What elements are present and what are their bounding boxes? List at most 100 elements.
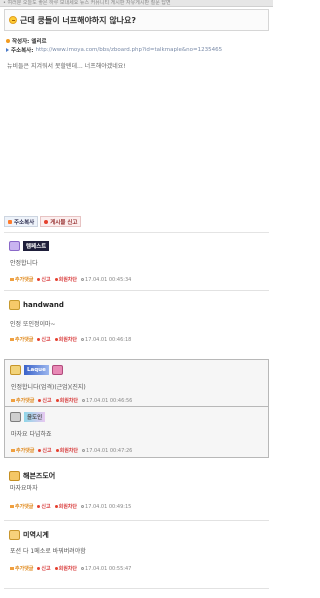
warning-icon (44, 219, 49, 224)
reply-button[interactable]: 추가댓글 (11, 447, 34, 454)
avatar (10, 364, 21, 375)
comment-text: 마자요마자 (10, 485, 38, 492)
reply-button[interactable]: 추가댓글 (10, 565, 33, 572)
comment-time-value: 17.04.01 00:47:26 (86, 447, 133, 454)
comment-footer: 추가댓글 신고 회원차단 17.04.01 00:49:15 (10, 503, 131, 510)
nickname-image[interactable]: 템페스트 (23, 240, 50, 251)
comment-time-value: 17.04.01 00:45:34 (85, 276, 132, 283)
reply-label: 추가댓글 (16, 398, 35, 404)
comment-item: Laque 인정합니다(엄격)(근엄)(진지) 추가댓글 신고 회원차단 17.… (4, 359, 269, 409)
reply-icon (10, 338, 14, 341)
report-button[interactable]: 신고 (38, 397, 52, 404)
report-icon (37, 278, 41, 281)
comment-header: 템페스트 (9, 240, 50, 251)
address-label: 주소복사: (11, 47, 34, 54)
comment-header: Laque (10, 364, 63, 375)
copy-address-button[interactable]: 주소복사 (4, 216, 39, 227)
comment-text: 인정합니다(엄격)(근엄)(진지) (11, 384, 86, 391)
comment-text: 포션 다 1메소로 바꿔버려야함 (10, 548, 86, 555)
reply-button[interactable]: 추가댓글 (10, 276, 33, 283)
report-post-label: 게시물 신고 (50, 219, 78, 226)
report-button[interactable]: 신고 (37, 336, 51, 343)
block-icon (55, 449, 59, 452)
reply-label: 추가댓글 (15, 566, 34, 572)
reply-icon (11, 449, 15, 452)
clock-icon (82, 448, 86, 452)
block-label: 회원차단 (58, 277, 78, 283)
comment-text: 안정합니다 (10, 260, 38, 267)
comment-time: 17.04.01 00:46:56 (82, 398, 132, 404)
nickname-image[interactable]: Laque (24, 364, 49, 375)
comment-time-value: 17.04.01 00:46:56 (86, 397, 133, 404)
report-button[interactable]: 신고 (38, 447, 52, 454)
bullet-icon (6, 38, 10, 43)
comment-text: 인정 또인정이마~ (10, 321, 56, 328)
report-icon (37, 567, 41, 570)
comment-time: 17.04.01 00:46:18 (81, 337, 131, 343)
clock-icon (81, 277, 85, 281)
address-row: 주소복사: http://www.imoya.com/bbs/zboard.ph… (6, 45, 268, 54)
report-button[interactable]: 신고 (37, 276, 51, 283)
reply-icon (11, 399, 15, 402)
top-bar-text: • 여러분 오늘도 좋은 하루 보내세요 뉴스 커뮤니티 게시판 자유게시판 질… (3, 0, 171, 6)
report-button[interactable]: 신고 (37, 503, 51, 510)
report-button[interactable]: 신고 (37, 565, 51, 572)
comment-author[interactable]: handwand (23, 301, 64, 309)
character-icon (51, 364, 63, 375)
post-title-box: 근데 쿵들이 너프해야하지 않나요? (4, 9, 269, 31)
report-label: 신고 (41, 277, 51, 283)
block-label: 회원차단 (58, 337, 78, 343)
block-member-button[interactable]: 회원차단 (54, 276, 78, 283)
reply-icon (10, 278, 14, 281)
share-icon (8, 219, 12, 224)
block-member-button[interactable]: 회원차단 (54, 336, 78, 343)
block-label: 회원차단 (58, 504, 78, 510)
avatar (9, 470, 20, 481)
block-member-button[interactable]: 회원차단 (54, 503, 78, 510)
block-member-button[interactable]: 회원차단 (55, 447, 79, 454)
emoticon-icon (9, 16, 17, 24)
avatar (9, 240, 20, 251)
avatar (10, 411, 21, 422)
reply-icon (10, 505, 14, 508)
comment-time-value: 17.04.01 00:46:18 (85, 336, 132, 343)
clock-icon (81, 566, 85, 570)
reply-button[interactable]: 추가댓글 (10, 503, 33, 510)
block-label: 회원차단 (59, 448, 79, 454)
report-post-button[interactable]: 게시물 신고 (40, 216, 82, 227)
report-icon (38, 449, 42, 452)
comment-footer: 추가댓글 신고 회원차단 17.04.01 00:46:18 (10, 336, 131, 343)
comment-item: handwand 인정 또인정이마~ 추가댓글 신고 회원차단 17.04.01… (4, 293, 269, 345)
clock-icon (81, 337, 85, 341)
block-member-button[interactable]: 회원차단 (54, 565, 78, 572)
reply-button[interactable]: 추가댓글 (11, 397, 34, 404)
report-icon (37, 505, 41, 508)
comment-time: 17.04.01 00:45:34 (81, 277, 131, 283)
report-label: 신고 (41, 504, 51, 510)
block-icon (54, 278, 58, 281)
comment-author[interactable]: 해븐즈도어 (23, 471, 55, 481)
block-label: 회원차단 (58, 566, 78, 572)
reply-button[interactable]: 추가댓글 (10, 336, 33, 343)
divider (4, 588, 269, 589)
reply-label: 추가댓글 (15, 277, 34, 283)
block-member-button[interactable]: 회원차단 (55, 397, 78, 404)
clock-icon (82, 398, 86, 402)
author-label: 작성자: (12, 38, 30, 45)
report-label: 신고 (41, 566, 51, 572)
comment-header: 미역시계 (9, 529, 49, 540)
report-label: 신고 (42, 398, 52, 404)
comment-footer: 추가댓글 신고 회원차단 17.04.01 00:45:34 (10, 276, 131, 283)
comment-author[interactable]: 미역시계 (23, 530, 49, 540)
top-bar: • 여러분 오늘도 좋은 하루 보내세요 뉴스 커뮤니티 게시판 자유게시판 질… (0, 0, 273, 7)
avatar (9, 299, 20, 310)
address-link[interactable]: http://www.imoya.com/bbs/zboard.php?id=t… (35, 47, 222, 53)
comment-author: 윤도인 (27, 414, 43, 421)
comment-time-value: 17.04.01 00:49:15 (85, 503, 132, 510)
author-name[interactable]: 엘리르 (31, 37, 46, 45)
report-icon (37, 338, 41, 341)
post-meta: 작성자: 엘리르 주소복사: http://www.imoya.com/bbs/… (6, 36, 268, 54)
nickname-image[interactable]: 윤도인 (24, 411, 46, 422)
comment-item: 해븐즈도어 마자요마자 추가댓글 신고 회원차단 17.04.01 00:49:… (4, 466, 269, 516)
block-icon (55, 399, 59, 402)
